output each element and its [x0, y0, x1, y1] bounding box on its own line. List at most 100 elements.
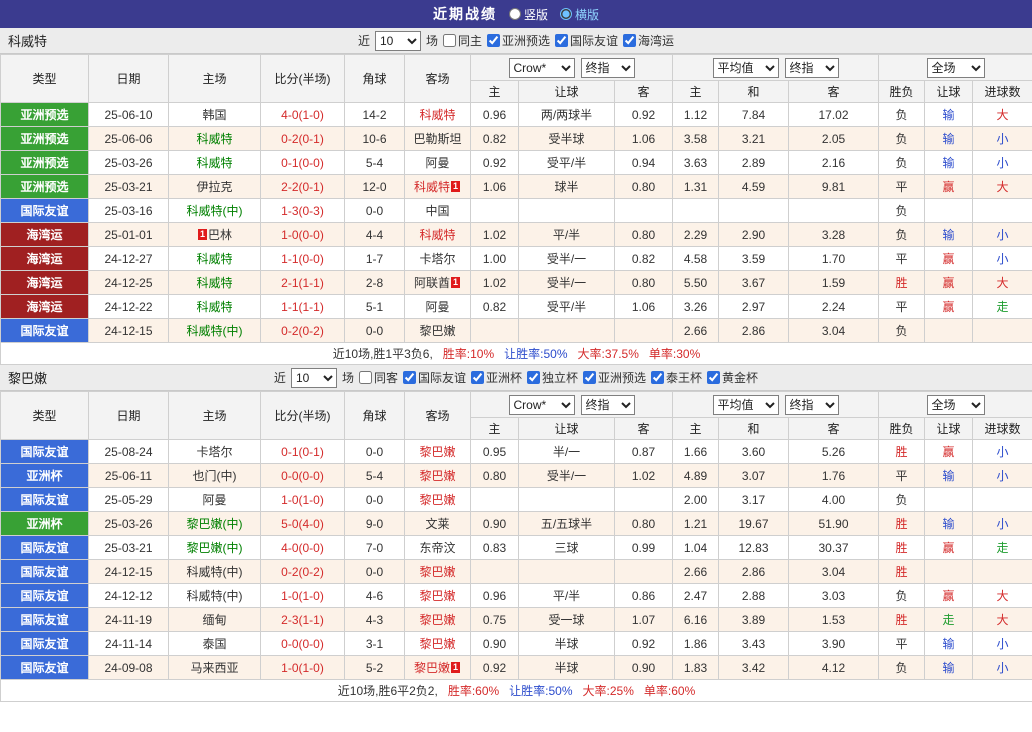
odds-home: 1.00	[470, 246, 519, 271]
odds-handicap: 半/一	[518, 439, 615, 464]
scope-group-header: 全场	[877, 54, 1032, 81]
layout-option-horizontal[interactable]: 横版	[560, 6, 599, 23]
home-team-name: 卡塔尔	[196, 445, 233, 459]
win-loss-result: 负	[878, 198, 925, 223]
corner-count: 2-8	[344, 270, 405, 295]
filter-checkbox[interactable]	[623, 34, 637, 47]
filter-checkbox[interactable]	[470, 371, 484, 384]
filter-checkbox-option[interactable]: 国际友谊	[402, 369, 466, 386]
odds-handicap: 五/五球半	[518, 511, 615, 536]
filter-checkbox[interactable]	[527, 371, 540, 384]
away-team: 黎巴嫩	[404, 607, 471, 632]
avg-away-odds: 1.70	[788, 246, 879, 271]
filter-checkbox-option[interactable]: 泰王杯	[651, 369, 702, 386]
avg-draw-odds: 3.43	[718, 631, 789, 656]
home-team-name: 巴林	[207, 228, 232, 242]
column-header: 日期	[88, 54, 169, 103]
odds-away: 0.92	[614, 102, 673, 127]
avg-time-select[interactable]: 终指	[784, 394, 839, 415]
match-row: 海湾运 24-12-27 科威特 1-1(0-0) 1-7 卡塔尔 1.00 受半/一 0.82…	[0, 246, 1032, 271]
home-team-name: 缅甸	[202, 613, 227, 627]
match-score: 1-1(0-0)	[260, 246, 345, 271]
filter-checkbox[interactable]	[651, 371, 665, 384]
away-team: 中国	[404, 198, 471, 223]
bookmaker-select[interactable]: Crow*	[508, 57, 575, 78]
odds-time-select[interactable]: 终指	[580, 57, 635, 78]
match-date: 25-05-29	[88, 487, 169, 512]
competition-badge: 国际友谊	[0, 198, 89, 223]
odds-away: 0.87	[614, 439, 673, 464]
filter-checkbox-option[interactable]: 同主	[442, 32, 482, 49]
win-loss-result: 胜	[878, 511, 925, 536]
games-count-select[interactable]: 10	[290, 367, 337, 388]
sub-column-header: 让球	[518, 417, 615, 440]
handicap-result: 输	[924, 631, 973, 656]
avg-time-select[interactable]: 终指	[784, 57, 839, 78]
summary-stat: 近10场,胜1平3负6,	[332, 347, 433, 361]
handicap-result: 赢	[924, 174, 973, 199]
corner-count: 3-1	[344, 631, 405, 656]
filter-checkbox-option[interactable]: 亚洲预选	[583, 369, 646, 386]
match-filter: 近 10 场 同客 国际友谊 亚洲杯 独立杯 亚洲预选 泰王杯 黄金杯	[158, 367, 874, 388]
filter-checkbox-option[interactable]: 海湾运	[623, 32, 674, 49]
filter-checkbox-option[interactable]: 亚洲预选	[487, 32, 550, 49]
bookmaker-select[interactable]: Crow*	[508, 394, 575, 415]
home-team: 泰国	[168, 631, 261, 656]
sub-column-header: 进球数	[971, 417, 1032, 440]
avg-home-odds: 1.86	[672, 631, 719, 656]
summary-stat: 胜率:10%	[442, 347, 495, 361]
layout-option-vertical[interactable]: 竖版	[508, 6, 548, 23]
match-score: 5-0(4-0)	[260, 511, 345, 536]
filter-checkbox[interactable]	[442, 34, 456, 47]
odds-away: 0.94	[614, 150, 673, 175]
odds-away: 0.80	[614, 511, 673, 536]
filter-checkbox[interactable]	[707, 371, 721, 384]
games-unit-label: 场	[425, 34, 438, 48]
avg-draw-odds: 3.21	[718, 126, 789, 151]
column-header: 类型	[0, 54, 89, 103]
match-date: 25-03-16	[88, 198, 169, 223]
filter-checkbox-option[interactable]: 黄金杯	[707, 369, 758, 386]
games-count-select[interactable]: 10	[374, 30, 421, 51]
home-team: 黎巴嫩(中)	[168, 511, 261, 536]
avg-home-odds: 4.58	[672, 246, 719, 271]
home-team: 科威特	[168, 246, 261, 271]
average-select[interactable]: 平均值	[712, 57, 779, 78]
horizontal-layout-radio[interactable]	[560, 8, 572, 20]
away-team: 黎巴嫩	[404, 439, 471, 464]
home-team-name: 黎巴嫩(中)	[186, 541, 243, 555]
filter-checkbox[interactable]	[583, 371, 597, 384]
filter-checkbox[interactable]	[358, 371, 372, 384]
avg-draw-odds: 2.88	[718, 583, 789, 608]
goals-result: 小	[971, 222, 1032, 247]
competition-badge: 海湾运	[0, 270, 89, 295]
filter-checkbox-option[interactable]: 同客	[358, 369, 398, 386]
away-team-name: 黎巴嫩	[419, 565, 456, 579]
odds-handicap: 半球	[518, 631, 615, 656]
scope-select[interactable]: 全场	[926, 57, 985, 78]
away-team-name: 黎巴嫩	[419, 589, 456, 603]
filter-checkbox-option[interactable]: 独立杯	[527, 369, 578, 386]
corner-count: 5-1	[344, 294, 405, 319]
filter-checkbox[interactable]	[555, 34, 569, 47]
odds-handicap	[518, 487, 615, 512]
average-select[interactable]: 平均值	[712, 394, 779, 415]
scope-select[interactable]: 全场	[926, 394, 985, 415]
match-row: 国际友谊 24-12-15 科威特(中) 0-2(0-2) 0-0 黎巴嫩 2.66 2.86…	[0, 559, 1032, 584]
home-team: 马来西亚	[168, 655, 261, 680]
match-score: 4-0(1-0)	[260, 102, 345, 127]
filter-checkbox[interactable]	[402, 371, 416, 384]
odds-home: 0.90	[470, 631, 519, 656]
filter-checkbox-option[interactable]: 国际友谊	[555, 32, 618, 49]
filter-checkbox[interactable]	[487, 34, 500, 47]
goals-result: 小	[971, 511, 1032, 536]
avg-home-odds: 1.31	[672, 174, 719, 199]
red-card-badge: 1	[451, 181, 460, 192]
match-date: 24-12-27	[88, 246, 169, 271]
away-team: 科威特	[404, 102, 471, 127]
vertical-layout-radio[interactable]	[508, 8, 521, 20]
column-header: 日期	[88, 391, 169, 440]
odds-handicap: 受半/一	[518, 270, 615, 295]
odds-time-select[interactable]: 终指	[580, 394, 635, 415]
filter-checkbox-option[interactable]: 亚洲杯	[470, 369, 522, 386]
